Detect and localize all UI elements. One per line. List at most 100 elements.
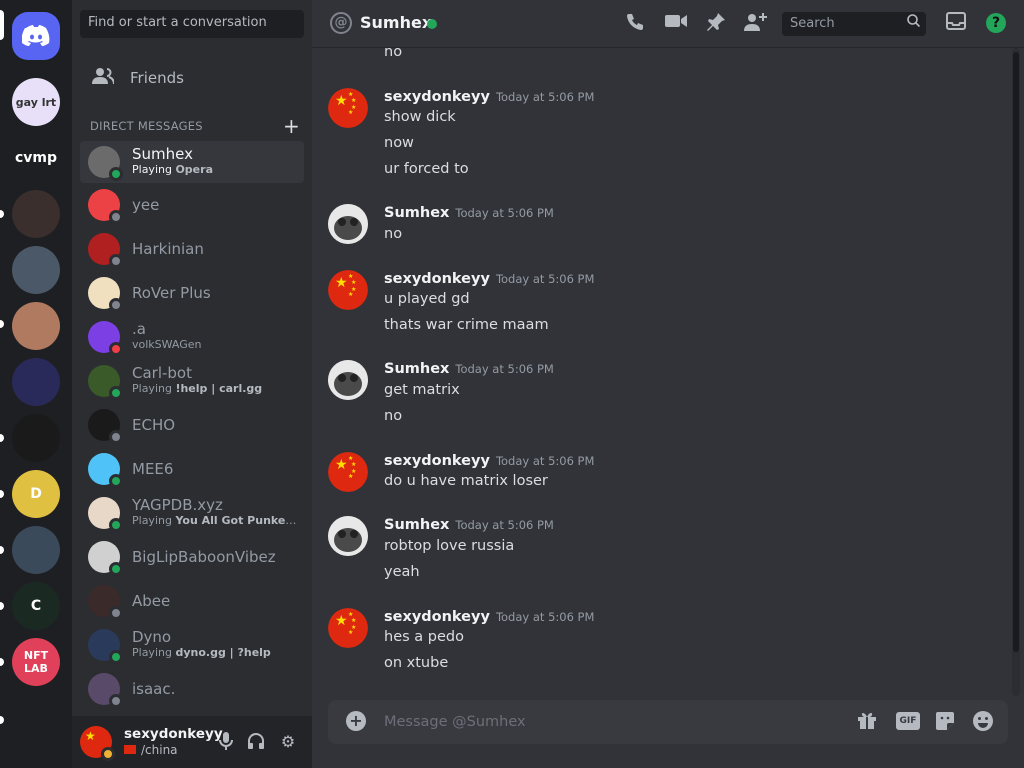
dm-item[interactable]: Sumhex Playing Opera	[80, 141, 304, 183]
dm-avatar	[88, 365, 123, 400]
message-author[interactable]: Sumhex Today at 5:06 PM	[384, 361, 554, 377]
message-author[interactable]: Sumhex Today at 5:06 PM	[384, 205, 554, 221]
voice-call-icon[interactable]	[623, 12, 647, 36]
dm-activity: Playing !help | carl.gg	[132, 382, 263, 395]
scrollbar-thumb[interactable]	[1013, 52, 1019, 652]
server-icon-gay-lrt[interactable]: gay lrt	[12, 78, 60, 126]
sticker-icon[interactable]	[934, 710, 956, 734]
video-call-icon[interactable]	[664, 12, 688, 36]
server-label: D	[30, 486, 42, 502]
message-author[interactable]: sexydonkeyy Today at 5:06 PM	[384, 89, 594, 105]
message-author[interactable]: sexydonkeyy Today at 5:06 PM	[384, 271, 594, 287]
dm-item[interactable]: RoVer Plus	[80, 272, 304, 314]
gift-icon[interactable]	[857, 710, 877, 734]
message-timestamp: Today at 5:06 PM	[495, 90, 595, 104]
dm-item[interactable]: Dyno Playing dyno.gg | ?help	[80, 624, 304, 666]
pinned-messages-icon[interactable]	[704, 12, 728, 36]
gif-button[interactable]: GIF	[896, 712, 920, 730]
message-text: thats war crime maam	[384, 317, 549, 333]
dm-name: MEE6	[132, 461, 174, 477]
dm-avatar	[88, 629, 123, 664]
dm-avatar	[88, 453, 123, 488]
server-icon-server-3[interactable]	[12, 190, 60, 238]
dm-activity: volkSWAGen	[132, 338, 202, 351]
message-avatar[interactable]: ★ ★ ★ ★ ★	[328, 452, 368, 492]
message-text: no	[384, 44, 403, 60]
dm-name: .a	[132, 321, 146, 338]
dm-name: RoVer Plus	[132, 285, 211, 301]
dm-avatar	[88, 497, 123, 532]
flag-icon	[124, 745, 136, 754]
message-avatar[interactable]	[328, 360, 368, 400]
server-icon-nft-lab[interactable]: NFT LAB	[12, 638, 60, 686]
status-indicator	[109, 210, 123, 224]
user-avatar[interactable]: ★	[80, 726, 115, 761]
user-custom-status: /china	[124, 742, 223, 758]
dm-name: isaac.	[132, 681, 176, 697]
message-timestamp: Today at 5:06 PM	[495, 272, 595, 286]
server-icon-server-4[interactable]	[12, 246, 60, 294]
server-icon-server-10[interactable]: C	[12, 582, 60, 630]
help-icon[interactable]: ?	[986, 13, 1006, 33]
message-text: no	[384, 408, 403, 424]
dm-item[interactable]: ECHO	[80, 404, 304, 446]
dm-avatar	[88, 541, 123, 576]
create-dm-button[interactable]: +	[283, 114, 300, 138]
upload-plus-icon[interactable]: +	[346, 711, 366, 731]
message-avatar[interactable]	[328, 204, 368, 244]
status-indicator	[109, 474, 123, 488]
search-icon	[907, 14, 921, 31]
friends-nav-item[interactable]: Friends	[80, 58, 304, 98]
headphones-icon[interactable]	[246, 732, 266, 752]
dm-item[interactable]: yee	[80, 184, 304, 226]
direct-messages-label: DIRECT MESSAGES	[90, 119, 203, 133]
microphone-icon[interactable]	[216, 732, 236, 752]
dm-item[interactable]: BigLipBaboonVibez	[80, 536, 304, 578]
status-indicator	[109, 562, 123, 576]
dm-name: Dyno	[132, 629, 172, 646]
dm-name: YAGPDB.xyz	[132, 497, 223, 514]
message-author[interactable]: Sumhex Today at 5:06 PM	[384, 517, 554, 533]
dm-item[interactable]: YAGPDB.xyzPlaying You All Got Punked Du.…	[80, 492, 304, 534]
status-indicator	[109, 342, 123, 356]
dm-avatar	[88, 585, 123, 620]
message-avatar[interactable]: ★ ★ ★ ★ ★	[328, 88, 368, 128]
server-icon-cvmp[interactable]: cvmp	[12, 134, 60, 182]
server-icon-server-9[interactable]	[12, 526, 60, 574]
message-input[interactable]	[384, 712, 824, 732]
settings-gear-icon[interactable]: ⚙	[278, 732, 298, 752]
dm-item[interactable]: MEE6	[80, 448, 304, 490]
dm-avatar	[88, 277, 123, 312]
inbox-icon[interactable]	[944, 12, 968, 36]
server-icon-server-5[interactable]	[12, 302, 60, 350]
server-label: gay lrt	[15, 95, 57, 109]
message-avatar[interactable]	[328, 516, 368, 556]
dm-item[interactable]: .a volkSWAGen	[80, 316, 304, 358]
emoji-icon[interactable]	[972, 710, 994, 734]
message-avatar[interactable]: ★ ★ ★ ★ ★	[328, 270, 368, 310]
dm-item[interactable]: isaac.	[80, 668, 304, 710]
home-discord-icon[interactable]	[12, 12, 60, 60]
status-indicator	[109, 694, 123, 708]
search-input[interactable]: Search	[782, 12, 926, 36]
online-status-dot	[427, 19, 437, 29]
star-icon: ★	[85, 729, 96, 743]
message-timestamp: Today at 5:06 PM	[455, 206, 554, 220]
dm-item[interactable]: Carl-bot Playing !help | carl.gg	[80, 360, 304, 402]
server-icon-valorant[interactable]	[12, 414, 60, 462]
server-icon-server-6[interactable]	[12, 358, 60, 406]
dm-avatar	[88, 233, 123, 268]
server-icon-server-8[interactable]: D	[12, 470, 60, 518]
message-author[interactable]: sexydonkeyy Today at 5:06 PM	[384, 453, 594, 469]
add-friends-to-dm-icon[interactable]	[744, 12, 768, 36]
find-conversation-button[interactable]: Find or start a conversation	[80, 10, 304, 38]
dm-item[interactable]: Harkinian	[80, 228, 304, 270]
dm-name: Abee	[132, 593, 171, 609]
dm-item[interactable]: Abee	[80, 580, 304, 622]
server-icon-server-12[interactable]	[12, 694, 60, 742]
at-icon: @	[330, 12, 352, 34]
message-text: no	[384, 226, 403, 242]
message-avatar[interactable]: ★ ★ ★ ★ ★	[328, 608, 368, 648]
status-indicator	[109, 430, 123, 444]
message-author[interactable]: sexydonkeyy Today at 5:06 PM	[384, 609, 594, 625]
